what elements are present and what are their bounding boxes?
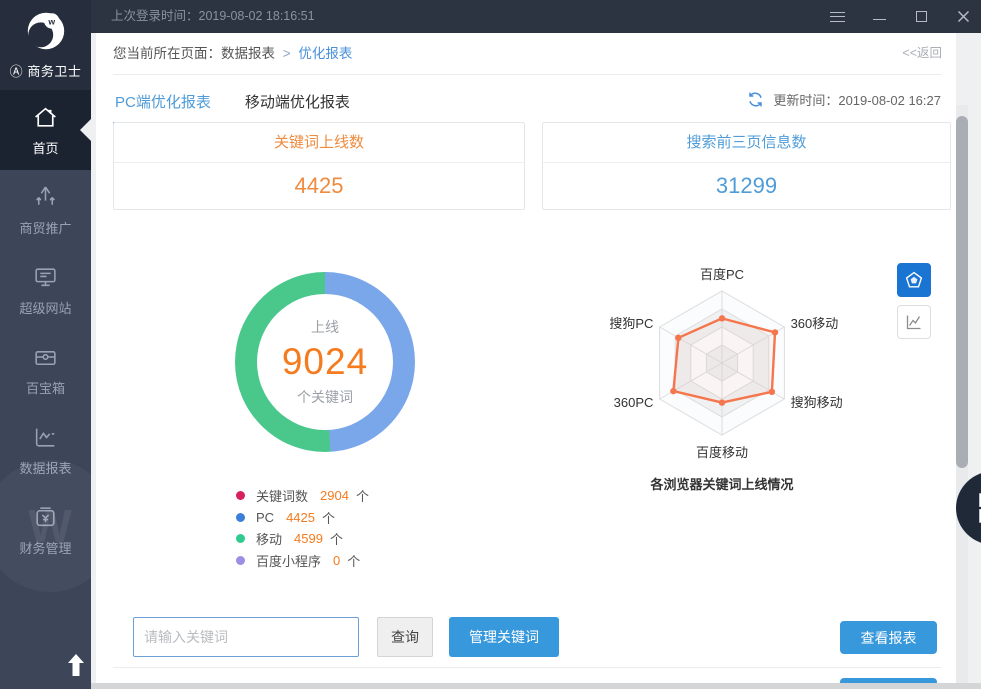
legend-value: 2904 — [320, 488, 349, 503]
maximize-button[interactable] — [913, 9, 929, 25]
promotion-icon — [32, 184, 59, 211]
legend-unit: 个 — [347, 551, 360, 570]
sidebar-item-promotion[interactable]: 商贸推广 — [0, 170, 91, 250]
query-button[interactable]: 查询 — [377, 617, 433, 657]
donut-label-bottom: 个关键词 — [297, 387, 353, 407]
qr-code-icon — [977, 491, 981, 525]
close-button[interactable] — [955, 9, 971, 25]
donut-value: 9024 — [282, 341, 368, 383]
svg-text:搜狗移动: 搜狗移动 — [791, 395, 843, 410]
legend-row: PC 4425 个 — [236, 507, 369, 529]
sidebar-item-toolbox[interactable]: 百宝箱 — [0, 330, 91, 410]
maximize-icon — [916, 11, 927, 22]
breadcrumb-parent: 数据报表 — [221, 46, 275, 61]
window-menu-button[interactable] — [829, 9, 845, 25]
legend-row: 移动 4599 个 — [236, 528, 369, 550]
legend-value: 4425 — [286, 510, 315, 525]
sidebar-item-label: 首页 — [32, 138, 58, 157]
brand-name: 商务卫士 — [27, 64, 81, 79]
legend-label: 移动 — [256, 529, 282, 548]
update-time-text: 更新时间：2019-08-02 16:27 — [773, 90, 941, 109]
radar-svg: 百度PC 360移动搜狗移动百度移动 360PC 搜狗PC — [562, 263, 882, 475]
line-chart-icon — [904, 312, 924, 332]
scroll-top-arrow[interactable] — [66, 652, 86, 685]
sidebar-item-website[interactable]: 超级网站 — [0, 250, 91, 330]
home-icon — [32, 104, 59, 131]
last-login-time: 上次登录时间：2019-08-02 18:16:51 — [111, 0, 315, 33]
window-bottom-edge — [91, 683, 981, 689]
minimize-button[interactable] — [871, 9, 887, 25]
svg-text:百度移动: 百度移动 — [696, 445, 748, 460]
legend-unit: 个 — [356, 486, 369, 505]
donut-label-top: 上线 — [311, 317, 339, 337]
breadcrumb-separator: > — [283, 46, 291, 61]
up-arrow-icon — [66, 652, 86, 680]
minimize-icon — [873, 19, 886, 20]
brand-line: Ⓐ 商务卫士 — [0, 61, 91, 80]
website-icon — [32, 264, 59, 291]
legend-label: PC — [256, 510, 274, 525]
hamburger-icon — [830, 12, 845, 22]
donut-legend: 关键词数 2904 个 PC 4425 个 移动 4599 个 百度小程序 0 … — [236, 485, 369, 571]
legend-dot — [236, 534, 245, 543]
stat-card-title: 搜索前三页信息数 — [543, 123, 950, 163]
stat-card-value: 31299 — [543, 163, 950, 209]
refresh-icon[interactable] — [747, 91, 764, 108]
sidebar-item-label: 百宝箱 — [26, 378, 65, 397]
brand-badge-icon: Ⓐ — [10, 64, 24, 79]
sidebar-item-label: 商贸推广 — [19, 218, 71, 237]
app-logo-icon: w — [23, 8, 69, 54]
radar-pentagon-icon — [904, 270, 924, 290]
donut-center-text: 上线 9024 个关键词 — [235, 272, 415, 452]
svg-text:百度PC: 百度PC — [700, 267, 744, 282]
app-logo: w Ⓐ 商务卫士 — [0, 0, 91, 90]
manage-keywords-button[interactable]: 管理关键词 — [449, 617, 559, 657]
tab-mobile-report[interactable]: 移动端优化报表 — [243, 82, 352, 125]
close-icon — [957, 10, 970, 23]
svg-text:w: w — [47, 16, 55, 26]
stat-card-title: 关键词上线数 — [114, 123, 524, 163]
scrollbar-thumb[interactable] — [956, 116, 968, 468]
update-time-area: 更新时间：2019-08-02 16:27 — [747, 90, 941, 109]
stat-card-top3-pages: 搜索前三页信息数 31299 — [542, 122, 951, 210]
sidebar-item-home[interactable]: 首页 — [0, 90, 91, 170]
radar-caption: 各浏览器关键词上线情况 — [562, 474, 882, 493]
stat-card-value: 4425 — [114, 163, 524, 209]
legend-row: 关键词数 2904 个 — [236, 485, 369, 507]
radar-view-toggle[interactable] — [897, 263, 931, 297]
legend-row: 百度小程序 0 个 — [236, 550, 369, 572]
donut-chart: 上线 9024 个关键词 — [235, 272, 415, 452]
breadcrumb-current-link[interactable]: 优化报表 — [298, 46, 352, 61]
breadcrumb-prefix: 您当前所在页面： — [113, 46, 221, 61]
sidebar-item-label: 超级网站 — [19, 298, 71, 317]
tab-pc-report[interactable]: PC端优化报表 — [113, 82, 213, 125]
sidebar: w Ⓐ 商务卫士 首页 商贸推广 超级网站 — [0, 0, 91, 689]
legend-unit: 个 — [322, 508, 335, 527]
stat-card-keywords-online: 关键词上线数 4425 — [113, 122, 525, 210]
tabs: PC端优化报表 移动端优化报表 — [113, 82, 352, 125]
svg-text:360PC: 360PC — [614, 395, 654, 410]
divider — [113, 74, 941, 75]
keyword-input[interactable] — [133, 617, 359, 657]
legend-dot — [236, 556, 245, 565]
legend-dot — [236, 491, 245, 500]
divider — [113, 667, 941, 668]
main-panel: 您当前所在页面：数据报表 > 优化报表 <<返回 PC端优化报表 移动端优化报表… — [96, 33, 956, 683]
legend-value: 4599 — [294, 531, 323, 546]
window-controls — [829, 0, 971, 33]
report-chart-icon — [32, 424, 59, 451]
legend-value: 0 — [333, 553, 340, 568]
titlebar: 上次登录时间：2019-08-02 18:16:51 — [91, 0, 981, 33]
svg-text:360移动: 360移动 — [791, 316, 839, 331]
legend-label: 百度小程序 — [256, 551, 321, 570]
svg-text:搜狗PC: 搜狗PC — [609, 316, 653, 331]
toolbox-icon — [32, 344, 59, 371]
line-view-toggle[interactable] — [897, 305, 931, 339]
legend-unit: 个 — [330, 529, 343, 548]
legend-label: 关键词数 — [256, 486, 308, 505]
back-link[interactable]: <<返回 — [902, 33, 942, 74]
view-report-button[interactable]: 查看报表 — [840, 621, 937, 654]
legend-dot — [236, 513, 245, 522]
breadcrumb: 您当前所在页面：数据报表 > 优化报表 — [96, 33, 956, 74]
